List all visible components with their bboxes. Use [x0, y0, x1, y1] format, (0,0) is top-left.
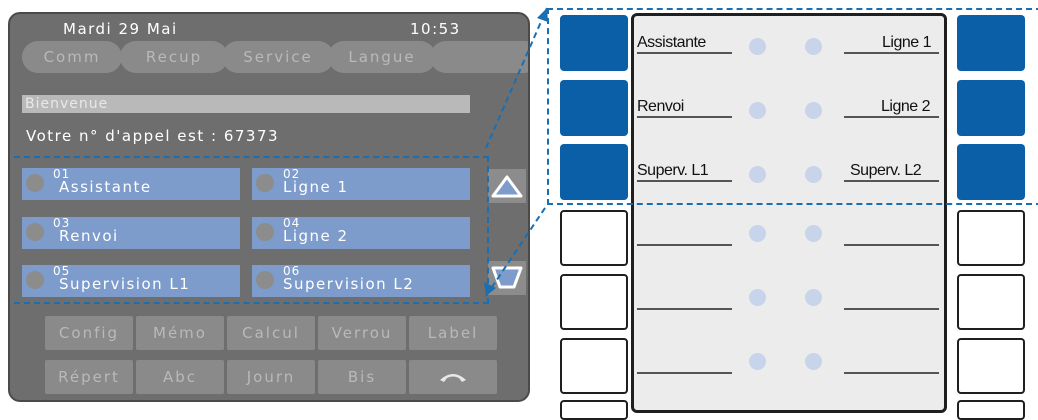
hang-up-icon — [440, 374, 466, 382]
led-icon — [749, 102, 766, 119]
line-status-icon — [256, 271, 274, 289]
date-text: Mardi 29 Mai — [63, 20, 178, 38]
led-icon — [805, 166, 822, 183]
line-status-icon — [26, 174, 44, 192]
led-icon — [805, 225, 822, 242]
label-line — [637, 116, 732, 118]
fkey-journ[interactable]: Journ — [227, 360, 315, 394]
scroll-up-button[interactable] — [488, 169, 526, 203]
softkey-langue[interactable]: Langue — [328, 41, 436, 73]
softkey-comm[interactable]: Comm — [22, 41, 122, 73]
led-icon — [749, 38, 766, 55]
label-line — [637, 244, 732, 246]
led-icon — [749, 225, 766, 242]
module-left-button-5[interactable] — [560, 274, 628, 330]
prog-key-01[interactable]: 01 Assistante — [22, 167, 240, 200]
softkey-service[interactable]: Service — [222, 41, 334, 73]
label-line — [637, 52, 732, 54]
led-icon — [749, 353, 766, 370]
scroll-down-button[interactable] — [488, 261, 526, 295]
fkey-repert[interactable]: Répert — [45, 360, 133, 394]
module-left-button-6[interactable] — [560, 338, 628, 394]
module-label-renvoi: Renvoi — [637, 98, 684, 115]
module-label-superv-l2: Superv. L2 — [850, 162, 922, 179]
label-line — [637, 180, 732, 182]
fkey-memo[interactable]: Mémo — [136, 316, 224, 350]
label-line — [637, 308, 732, 310]
fkey-hangup[interactable] — [409, 360, 497, 394]
led-icon — [805, 289, 822, 306]
arrow-down-icon — [491, 266, 523, 289]
fkey-abc[interactable]: Abc — [136, 360, 224, 394]
line-status-icon — [26, 223, 44, 241]
label-line — [844, 180, 939, 182]
time-text: 10:53 — [410, 20, 461, 38]
label-line — [844, 116, 939, 118]
led-icon — [805, 353, 822, 370]
label-line — [637, 372, 732, 374]
prog-key-04[interactable]: 04 Ligne 2 — [252, 216, 470, 249]
fkey-label[interactable]: Label — [409, 316, 497, 350]
prog-key-05[interactable]: 05 Supervision L1 — [22, 264, 240, 297]
module-right-button-1[interactable] — [957, 15, 1025, 71]
label-line — [844, 244, 939, 246]
welcome-banner: Bienvenue — [22, 95, 470, 113]
softkey-empty[interactable] — [430, 41, 528, 73]
module-right-button-4[interactable] — [957, 210, 1025, 266]
module-label-ligne-2: Ligne 2 — [881, 98, 931, 115]
module-left-button-4[interactable] — [560, 210, 628, 266]
call-number-text: Votre n° d'appel est : 67373 — [26, 127, 280, 145]
label-line — [844, 52, 939, 54]
label-line — [844, 372, 939, 374]
fkey-bis[interactable]: Bis — [318, 360, 406, 394]
module-right-button-5[interactable] — [957, 274, 1025, 330]
module-label-superv-l1: Superv. L1 — [637, 162, 709, 179]
prog-key-03[interactable]: 03 Renvoi — [22, 216, 240, 249]
module-left-button-3[interactable] — [560, 144, 628, 200]
fkey-calcul[interactable]: Calcul — [227, 316, 315, 350]
prog-key-06[interactable]: 06 Supervision L2 — [252, 264, 470, 297]
fkey-verrou[interactable]: Verrou — [318, 316, 406, 350]
label-line — [844, 308, 939, 310]
line-status-icon — [26, 271, 44, 289]
prog-key-02[interactable]: 02 Ligne 1 — [252, 167, 470, 200]
module-label-assistante: Assistante — [637, 34, 706, 51]
module-left-button-2[interactable] — [560, 80, 628, 136]
led-icon — [749, 289, 766, 306]
module-right-button-2[interactable] — [957, 80, 1025, 136]
led-icon — [805, 38, 822, 55]
softkey-recup[interactable]: Recup — [120, 41, 228, 73]
expansion-module-label-panel — [631, 13, 947, 413]
module-right-button-3[interactable] — [957, 144, 1025, 200]
module-right-button-7[interactable] — [957, 400, 1025, 420]
fkey-config[interactable]: Config — [45, 316, 133, 350]
line-status-icon — [256, 174, 274, 192]
module-right-button-6[interactable] — [957, 338, 1025, 394]
led-icon — [749, 166, 766, 183]
line-status-icon — [256, 223, 274, 241]
module-left-button-1[interactable] — [560, 15, 628, 71]
module-left-button-7[interactable] — [560, 400, 628, 420]
module-label-ligne-1: Ligne 1 — [882, 34, 932, 51]
phone-display: Mardi 29 Mai 10:53 Comm Recup Service La… — [8, 12, 530, 402]
led-icon — [805, 102, 822, 119]
arrow-up-icon — [491, 175, 523, 198]
